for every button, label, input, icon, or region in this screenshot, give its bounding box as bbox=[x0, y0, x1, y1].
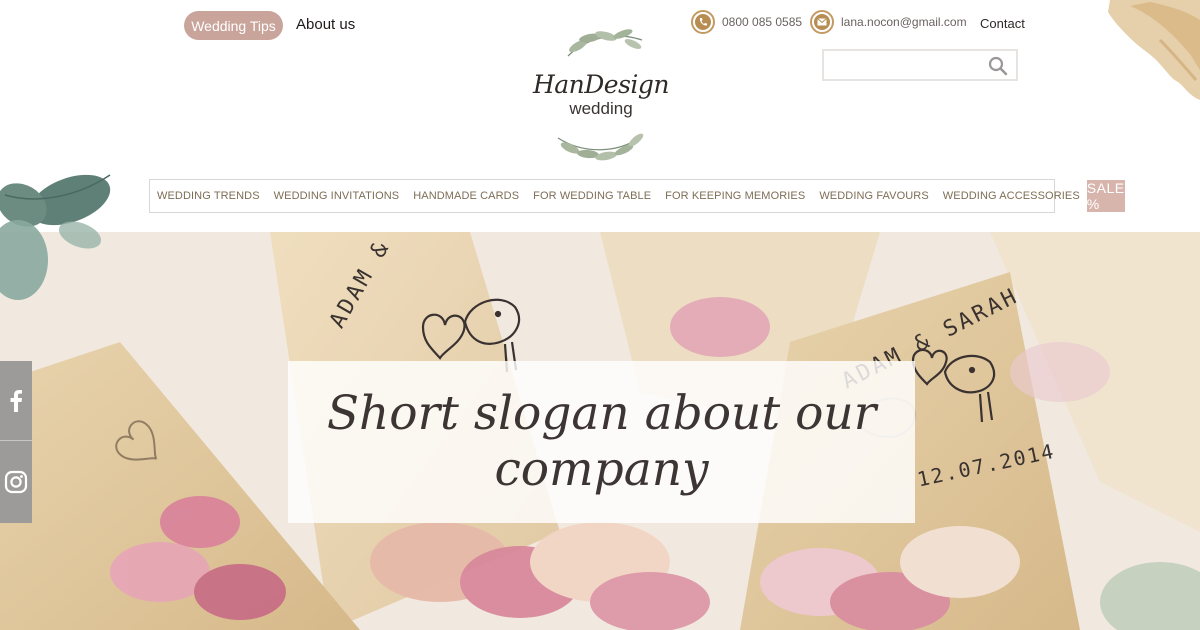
email-address: lana.nocon@gmail.com bbox=[841, 15, 967, 29]
wedding-tips-button[interactable]: Wedding Tips bbox=[184, 11, 283, 40]
social-sidebar bbox=[0, 361, 32, 523]
instagram-link[interactable] bbox=[0, 442, 32, 522]
nav-item-wedding-accessories[interactable]: WEDDING ACCESSORIES bbox=[936, 180, 1087, 212]
search-input[interactable] bbox=[830, 56, 980, 74]
main-navigation: WEDDING TRENDS WEDDING INVITATIONS HANDM… bbox=[149, 179, 1125, 213]
facebook-link[interactable] bbox=[0, 361, 32, 441]
phone-icon bbox=[691, 10, 715, 34]
nav-item-wedding-favours[interactable]: WEDDING FAVOURS bbox=[812, 180, 935, 212]
search-box[interactable] bbox=[822, 49, 1018, 81]
nav-item-for-keeping-memories[interactable]: FOR KEEPING MEMORIES bbox=[658, 180, 812, 212]
gold-splash-decoration bbox=[1108, 0, 1200, 100]
contact-link[interactable]: Contact bbox=[980, 16, 1025, 31]
nav-item-handmade-cards[interactable]: HANDMADE CARDS bbox=[406, 180, 526, 212]
search-icon[interactable] bbox=[988, 56, 1008, 76]
nav-item-wedding-invitations[interactable]: WEDDING INVITATIONS bbox=[267, 180, 407, 212]
logo-name: HanDesign bbox=[532, 70, 670, 99]
logo-subtitle: wedding bbox=[569, 99, 633, 118]
email-contact[interactable]: lana.nocon@gmail.com bbox=[810, 10, 967, 34]
nav-item-sale[interactable]: SALE % bbox=[1086, 180, 1125, 212]
nav-item-wedding-trends[interactable]: WEDDING TRENDS bbox=[150, 180, 267, 212]
logo[interactable]: HanDesign wedding bbox=[528, 26, 674, 164]
site-header: Wedding Tips About us 0800 085 0585 lana… bbox=[0, 0, 1200, 300]
envelope-icon bbox=[810, 10, 834, 34]
nav-item-for-wedding-table[interactable]: FOR WEDDING TABLE bbox=[526, 180, 658, 212]
instagram-icon bbox=[4, 470, 28, 494]
eucalyptus-leaves-decoration bbox=[0, 174, 111, 300]
hero-banner: ADAM & SARAH ADAM & SARAH 12.07.2014 Sho… bbox=[0, 232, 1200, 630]
hero-slogan: Short slogan about our company bbox=[326, 386, 877, 497]
slogan-box: Short slogan about our company bbox=[288, 361, 915, 523]
facebook-icon bbox=[10, 389, 22, 412]
phone-contact[interactable]: 0800 085 0585 bbox=[691, 10, 802, 34]
about-us-link[interactable]: About us bbox=[296, 16, 355, 33]
phone-number: 0800 085 0585 bbox=[722, 15, 803, 29]
